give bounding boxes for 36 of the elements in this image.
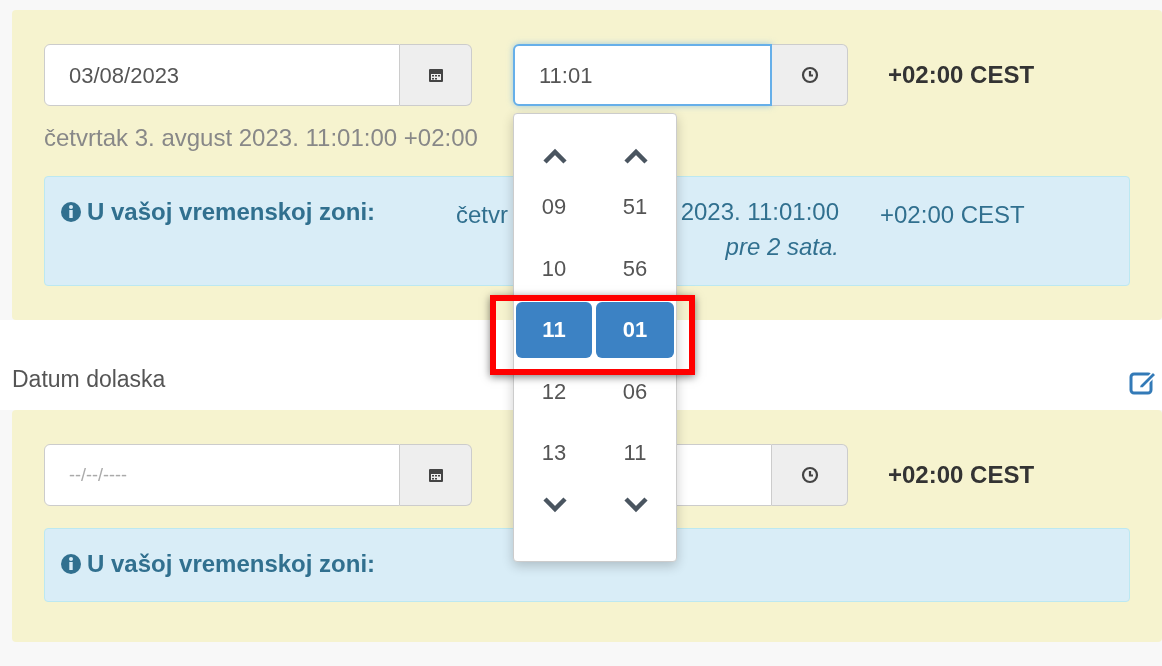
calendar-icon: [427, 67, 444, 83]
minute-option[interactable]: 06: [596, 363, 674, 420]
chevron-down-icon[interactable]: [622, 494, 649, 513]
minute-option[interactable]: 56: [596, 240, 674, 297]
hour-option[interactable]: 11: [516, 301, 592, 358]
timezone-text: +02:00 CEST: [880, 201, 1025, 228]
local-time-text: četvr: [456, 201, 508, 228]
timezone-label: +02:00 CEST: [888, 460, 1035, 490]
chevron-up-icon[interactable]: [622, 147, 649, 165]
timezone-label: +02:00 CEST: [888, 60, 1035, 90]
hour-option[interactable]: 13: [516, 424, 592, 481]
help-text: četvrtak 3. avgust 2023. 11:01:00 +02:00: [44, 124, 478, 151]
section-label: Datum dolaska: [12, 364, 166, 394]
local-time-text: 2023. 11:01:00: [680, 197, 839, 227]
calendar-button[interactable]: [400, 444, 472, 506]
relative-time-text: pre 2 sata.: [725, 232, 839, 262]
info-icon: [61, 202, 81, 222]
hour-option[interactable]: 10: [516, 240, 592, 297]
info-icon: [61, 554, 81, 574]
hour-option[interactable]: 12: [516, 363, 592, 420]
info-label: U vašoj vremenskoj zoni:: [87, 197, 377, 227]
date-input[interactable]: 03/08/2023: [44, 44, 400, 106]
time-input[interactable]: 11:01: [513, 44, 772, 106]
clock-button[interactable]: [772, 444, 848, 506]
hour-option[interactable]: 09: [516, 178, 592, 235]
minute-option[interactable]: 01: [596, 301, 674, 358]
chevron-down-icon[interactable]: [541, 494, 568, 513]
info-label: U vašoj vremenskoj zoni:: [87, 549, 377, 579]
clock-icon: [800, 66, 819, 84]
minute-option[interactable]: 11: [596, 424, 674, 481]
clock-button[interactable]: [772, 44, 848, 106]
calendar-button[interactable]: [400, 44, 472, 106]
clock-icon: [800, 466, 819, 484]
minute-option[interactable]: 51: [596, 178, 674, 235]
chevron-up-icon[interactable]: [541, 147, 568, 165]
calendar-icon: [427, 467, 444, 483]
